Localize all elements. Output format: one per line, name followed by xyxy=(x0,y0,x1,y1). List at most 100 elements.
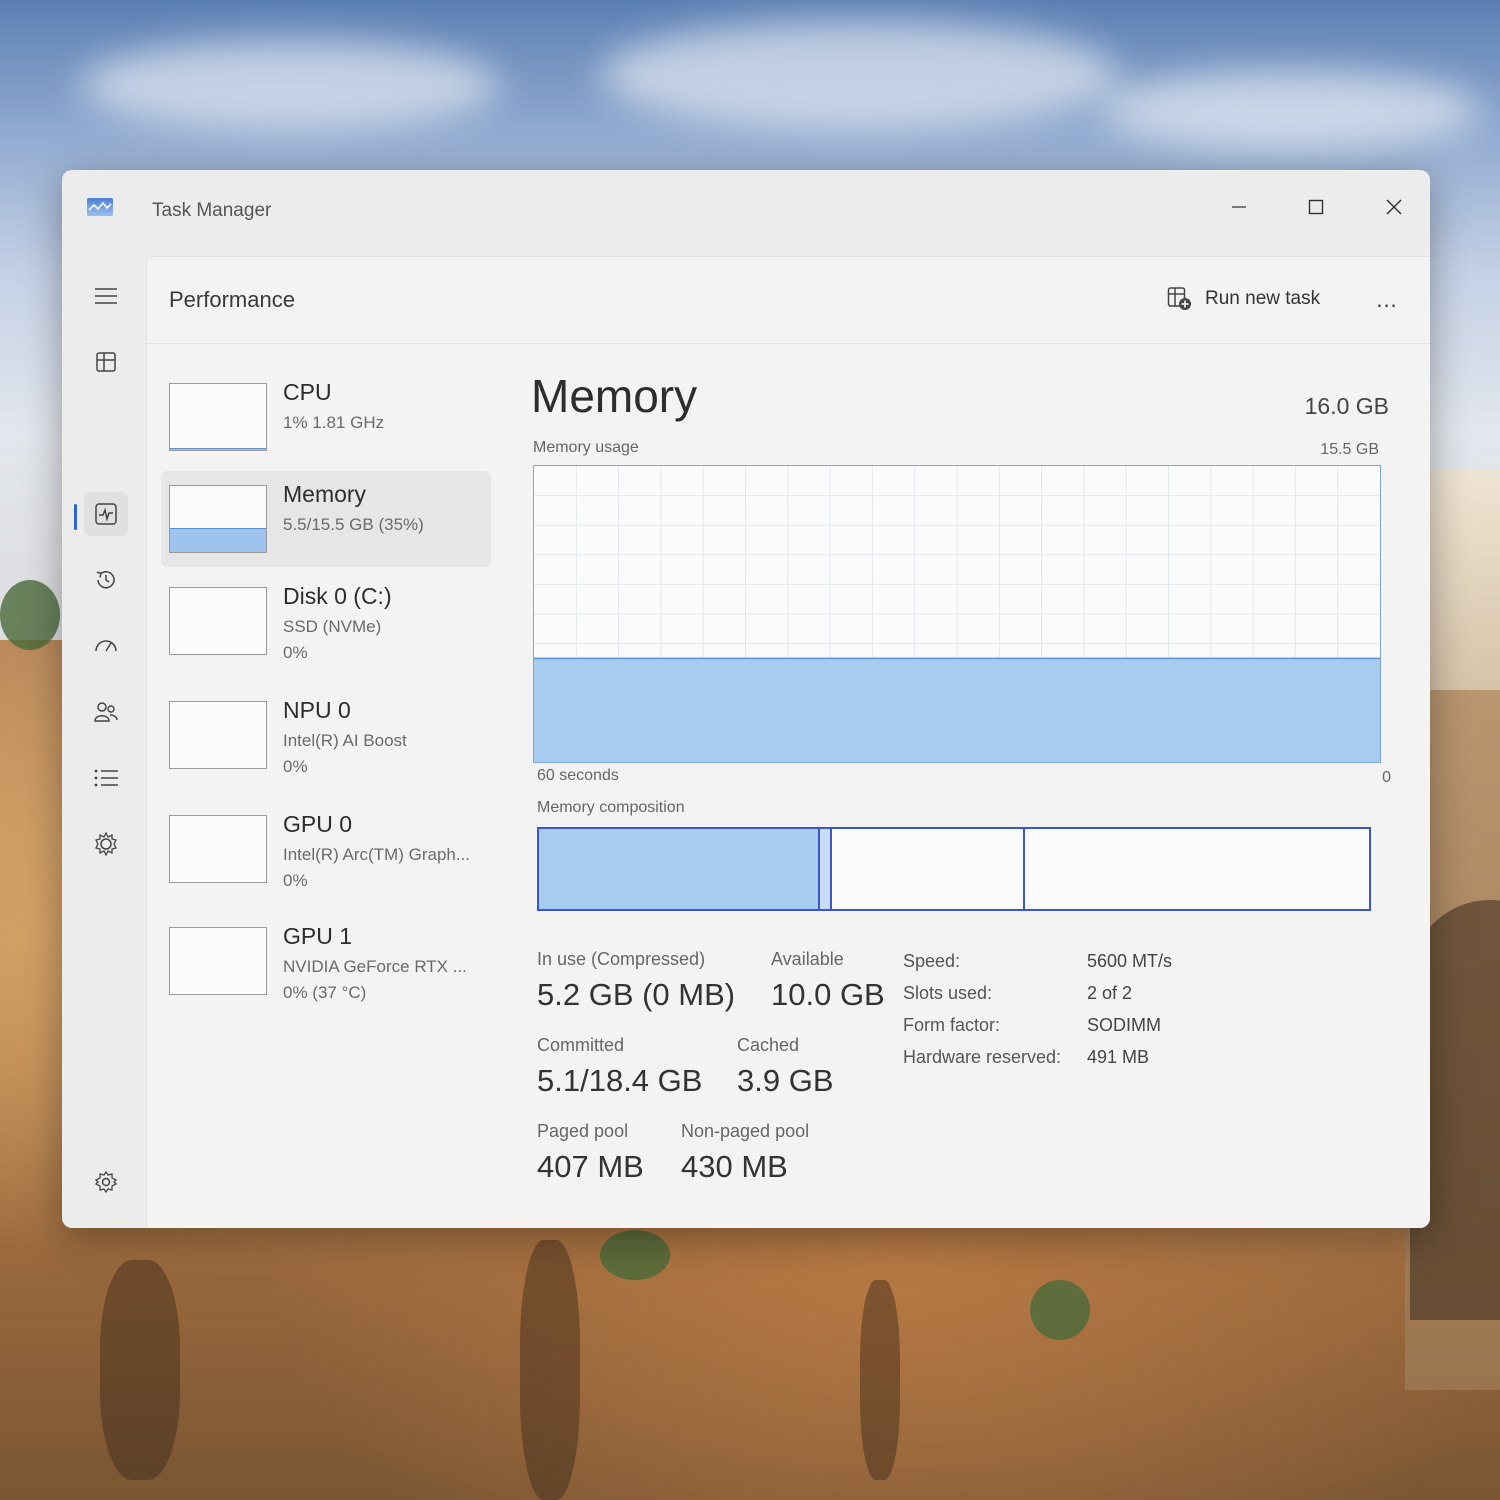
resource-usage: 0% (37 °C) xyxy=(283,983,367,1002)
detail-title: Memory xyxy=(531,370,698,422)
nav-startup-apps[interactable] xyxy=(84,624,128,668)
users-icon xyxy=(94,702,118,722)
memory-usage-graph xyxy=(533,465,1381,763)
speed-label: Speed: xyxy=(903,951,961,971)
non-paged-pool-value: 430 MB xyxy=(681,1149,788,1184)
composition-free xyxy=(1025,829,1369,909)
nav-users[interactable] xyxy=(84,690,128,734)
composition-in-use xyxy=(539,829,818,909)
committed-label: Committed xyxy=(537,1035,625,1055)
resource-detail: SSD (NVMe) xyxy=(283,617,382,636)
resource-thumbnail-graph xyxy=(169,587,267,655)
run-new-task-label: Run new task xyxy=(1205,288,1321,309)
resource-detail: Intel(R) Arc(TM) Graph... xyxy=(283,845,471,864)
memory-total: 16.0 GB xyxy=(1304,393,1389,419)
minimize-button[interactable] xyxy=(1210,184,1268,230)
app-history-icon xyxy=(96,571,115,589)
memory-usage-area xyxy=(534,658,1380,762)
wallpaper-building xyxy=(1420,470,1500,690)
memory-usage-label: Memory usage xyxy=(533,439,639,456)
nav-performance[interactable] xyxy=(84,492,128,536)
in-use-label: In use (Compressed) xyxy=(537,949,706,969)
performance-icon xyxy=(95,503,117,525)
available-label: Available xyxy=(771,949,844,969)
page-title: Performance xyxy=(169,287,295,312)
nav-processes[interactable] xyxy=(84,340,128,384)
task-manager-window: Task Manager Performance Run new task ..… xyxy=(62,170,1430,1228)
title-bar[interactable]: Task Manager xyxy=(62,170,1430,254)
memory-composition-bar xyxy=(537,827,1371,911)
resource-item-disk[interactable]: Disk 0 (C:) SSD (NVMe) 0% xyxy=(161,573,491,669)
available-value: 10.0 GB xyxy=(771,977,885,1012)
composition-modified xyxy=(818,829,832,909)
slots-used-label: Slots used: xyxy=(903,983,993,1003)
memory-usage-chart xyxy=(534,466,1380,762)
resource-usage-fill xyxy=(170,448,266,450)
more-options-button[interactable]: ... xyxy=(1365,283,1409,317)
paged-pool-label: Paged pool xyxy=(537,1121,629,1141)
nav-settings[interactable] xyxy=(84,1160,128,1204)
form-factor-label: Form factor: xyxy=(903,1015,1001,1035)
nav-services[interactable] xyxy=(84,822,128,866)
close-icon xyxy=(1386,199,1402,215)
maximize-button[interactable] xyxy=(1287,184,1345,230)
resource-item-gpu-0[interactable]: GPU 0 Intel(R) Arc(TM) Graph... 0% xyxy=(161,801,491,897)
slots-used-value: 2 of 2 xyxy=(1087,983,1133,1003)
resource-name: Memory xyxy=(283,481,367,507)
window-title: Task Manager xyxy=(152,200,272,221)
resource-name: CPU xyxy=(283,379,332,405)
main-content: Performance Run new task ... CPU 1% 1.81… xyxy=(146,256,1430,1228)
settings-icon xyxy=(94,1170,118,1194)
hamburger-menu-icon xyxy=(95,288,117,304)
resource-name: Disk 0 (C:) xyxy=(283,583,392,609)
command-bar: Performance Run new task ... xyxy=(147,257,1430,344)
cached-label: Cached xyxy=(737,1035,800,1055)
committed-value: 5.1/18.4 GB xyxy=(537,1063,703,1098)
composition-standby xyxy=(832,829,1025,909)
resource-thumbnail-graph xyxy=(169,815,267,883)
resource-usage-fill xyxy=(170,527,266,552)
close-button[interactable] xyxy=(1365,184,1423,230)
resource-thumbnail-graph xyxy=(169,927,267,995)
navigation-rail xyxy=(62,254,146,1228)
resource-thumbnail-graph xyxy=(169,383,267,451)
active-nav-indicator xyxy=(74,504,77,530)
minimize-icon xyxy=(1232,206,1246,208)
form-factor-value: SODIMM xyxy=(1087,1015,1161,1035)
resource-item-memory[interactable]: Memory 5.5/15.5 GB (35%) xyxy=(161,471,491,567)
nav-app-history[interactable] xyxy=(84,558,128,602)
memory-composition-label: Memory composition xyxy=(537,799,685,816)
graph-time-start: 60 seconds xyxy=(537,767,619,784)
resource-list: CPU 1% 1.81 GHz Memory 5.5/15.5 GB (35%)… xyxy=(161,359,501,1219)
resource-detail: 1% 1.81 GHz xyxy=(283,413,385,432)
resource-usage: 0% xyxy=(283,871,308,890)
graph-time-end: 0 xyxy=(1382,769,1391,786)
maximize-icon xyxy=(1308,199,1324,215)
startup-apps-icon xyxy=(95,640,117,652)
cached-value: 3.9 GB xyxy=(737,1063,834,1098)
resource-item-npu[interactable]: NPU 0 Intel(R) AI Boost 0% xyxy=(161,687,491,783)
task-manager-app-icon xyxy=(87,198,113,216)
run-new-task-button[interactable]: Run new task xyxy=(1159,281,1328,317)
speed-value: 5600 MT/s xyxy=(1087,951,1173,971)
resource-name: NPU 0 xyxy=(283,697,351,723)
resource-usage: 0% xyxy=(283,757,308,776)
resource-name: GPU 1 xyxy=(283,923,353,949)
resource-detail: Intel(R) AI Boost xyxy=(283,731,407,750)
memory-usage-max: 15.5 GB xyxy=(1320,441,1379,458)
resource-detail: 5.5/15.5 GB (35%) xyxy=(283,515,424,534)
nav-details[interactable] xyxy=(84,756,128,800)
hardware-reserved-label: Hardware reserved: xyxy=(903,1047,1062,1067)
resource-name: GPU 0 xyxy=(283,811,353,837)
resource-item-gpu-1[interactable]: GPU 1 NVIDIA GeForce RTX ... 0% (37 °C) xyxy=(161,913,491,1009)
resource-item-cpu[interactable]: CPU 1% 1.81 GHz xyxy=(161,369,491,465)
hamburger-menu-button[interactable] xyxy=(84,274,128,318)
details-icon xyxy=(94,769,118,787)
run-new-task-icon xyxy=(1167,287,1191,310)
processes-icon xyxy=(96,352,116,372)
services-icon xyxy=(95,831,117,857)
resource-detail: NVIDIA GeForce RTX ... xyxy=(283,957,467,976)
in-use-value: 5.2 GB (0 MB) xyxy=(537,977,736,1012)
hardware-reserved-value: 491 MB xyxy=(1087,1047,1150,1067)
memory-detail-pane: Memory 16.0 GB Memory usage 15.5 GB 60 s… xyxy=(519,359,1419,1219)
